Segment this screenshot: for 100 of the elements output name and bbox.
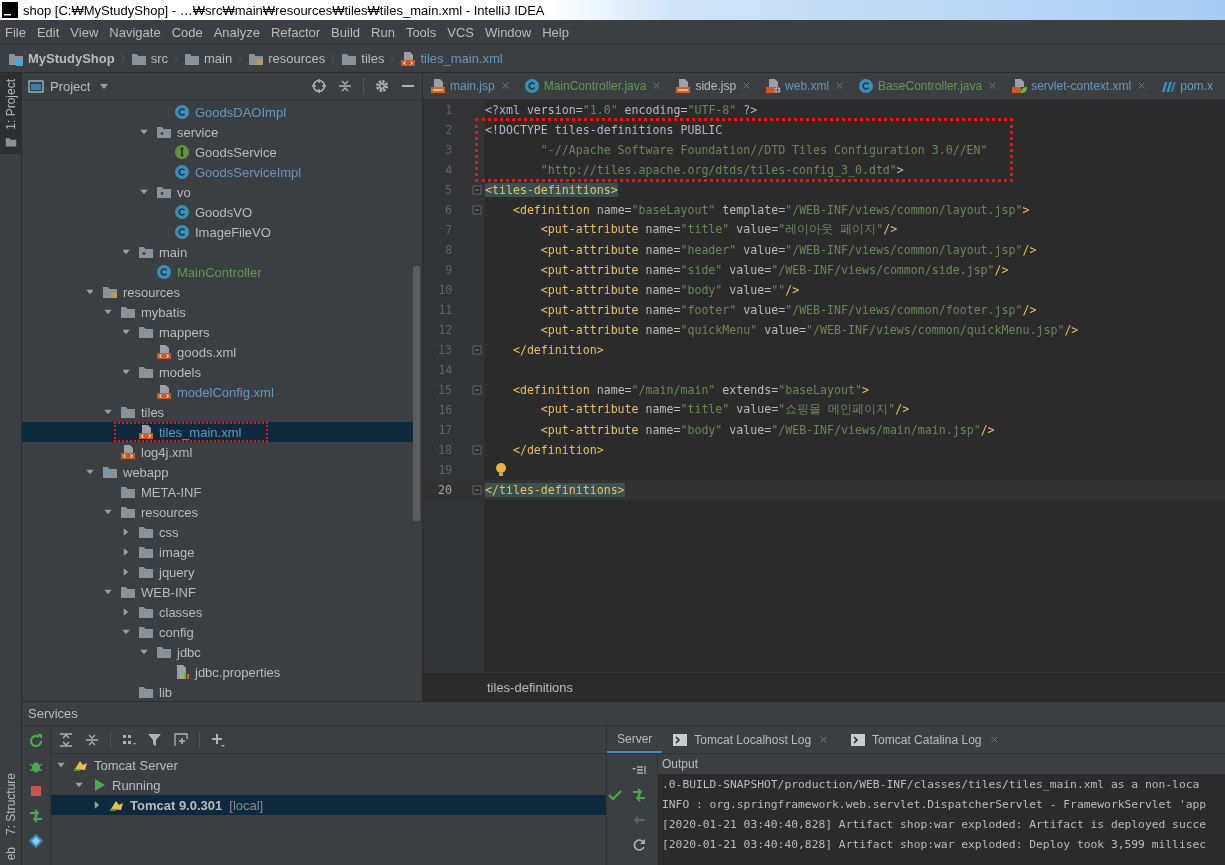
menu-item[interactable]: Refactor [270,24,321,40]
tree-item[interactable]: Running [91,776,163,794]
view-selector[interactable]: Project [28,78,113,94]
deploy-icon[interactable] [28,808,44,824]
tree-item[interactable]: main [138,245,190,259]
editor-tab[interactable]: main.jsp [423,73,517,99]
tool-window-tab[interactable]: 7: Structure [0,766,21,841]
class-icon [156,264,172,280]
tree-item[interactable]: service [156,125,221,139]
filter-icon[interactable] [147,731,163,748]
refresh-icon[interactable] [631,837,647,853]
editor-tab[interactable]: MainController.java [516,73,669,99]
folder-icon [138,524,154,540]
tree-item[interactable]: MainController [156,265,264,279]
tree-item[interactable]: webapp [102,465,171,479]
tree-item[interactable]: tiles_main.xml [138,425,244,439]
menu-item[interactable]: Analyze [213,24,260,40]
tree-item[interactable]: resources [120,505,201,519]
panel-tab[interactable]: Tomcat Localhost Log [662,726,841,753]
editor-tab[interactable]: side.jsp [668,73,759,99]
jsp-file-icon [430,77,446,94]
collapse-all-icon[interactable] [337,78,353,94]
tree-item[interactable]: models [138,365,203,379]
breadcrumb-item[interactable]: src [130,50,168,67]
breadcrumb-item[interactable]: tiles-definitions [487,679,573,695]
menu-item[interactable]: Tools [405,24,437,40]
tree-item[interactable]: Tomcat 9.0.301 [109,796,225,814]
rerun-icon[interactable] [28,733,44,749]
scrollbar-thumb[interactable] [413,266,420,521]
breadcrumb-item[interactable]: tiles_main.xml [400,50,503,67]
tree-item[interactable]: GoodsService [174,145,279,159]
xml-file-icon [156,344,172,360]
diamond-icon[interactable] [28,833,44,849]
editor-tab[interactable]: BaseController.java [851,73,1005,99]
editor-tab[interactable]: web.xml [758,73,852,99]
locate-icon[interactable] [311,78,327,94]
add-frame-icon[interactable] [173,731,189,748]
code-line: </definition> [511,342,604,357]
expand-all-icon[interactable] [58,731,74,748]
tree-item[interactable]: GoodsVO [174,205,255,219]
properties-file-icon [174,664,190,680]
add-icon[interactable] [210,731,226,748]
menu-item[interactable]: File [5,24,26,40]
panel-tab[interactable]: Tomcat Catalina Log [840,726,1011,753]
code-line: <definition name="/main/main" extends="baseLayout"> [511,382,869,397]
class-icon [174,104,190,120]
editor-tab[interactable]: pom.x [1153,73,1218,99]
panel-icon [28,78,44,94]
app-logo-icon [2,2,18,18]
menu-item[interactable]: Code [171,24,203,40]
tree-item[interactable]: css [138,525,181,539]
folder-icon [156,644,172,660]
tree-item[interactable]: goods.xml [156,345,239,359]
menu-item[interactable]: View [70,24,99,40]
settings-icon[interactable] [374,78,390,94]
breadcrumb-item[interactable]: main [184,50,233,67]
menu-item[interactable]: VCS [447,24,474,40]
class-icon [858,77,875,94]
breadcrumb-item[interactable]: resources [248,50,326,67]
stop-icon[interactable] [28,783,44,799]
tree-item[interactable]: META-INF [120,485,204,499]
folder-icon [4,135,17,148]
deploy-icon[interactable] [631,787,647,803]
tree-item[interactable]: Tomcat Server [73,756,180,774]
tree-item[interactable]: GoodsServiceImpl [174,165,304,179]
tree-item[interactable]: jdbc [156,645,203,659]
tree-item[interactable]: jdbc.properties [174,665,283,679]
console-icon [850,731,867,748]
tree-item[interactable]: config [138,625,196,639]
tree-item[interactable]: modelConfig.xml [156,385,276,399]
menu-item[interactable]: Build [331,24,360,40]
tree-item[interactable]: mappers [138,325,212,339]
tree-item[interactable]: ImageFileVO [174,225,273,239]
menu-item[interactable]: Navigate [109,24,161,40]
tree-item[interactable]: vo [156,185,193,199]
tree-item[interactable]: classes [138,605,205,619]
code-line: <put-attribute name="side" value="/WEB-INF/views/common/side.jsp"/> [539,262,1009,277]
tool-window-tab[interactable]: eb [0,840,21,865]
menu-item[interactable]: Edit [36,24,60,40]
tool-window-tab[interactable]: 1: Project [0,73,21,154]
editor-tab[interactable]: servlet-context.xml [1004,73,1154,99]
tree-item[interactable]: WEB-INF [120,585,198,599]
breadcrumb-item[interactable]: MyStudyShop [8,50,115,67]
tree-item[interactable]: tiles [120,405,167,419]
console-icon [672,731,689,748]
tree-item[interactable]: resources [102,285,183,299]
menu-item[interactable]: Window [484,24,532,40]
menu-item[interactable]: Help [542,24,569,40]
code-editor[interactable] [423,99,1225,673]
tree-item[interactable]: mybatis [120,305,188,319]
breadcrumb-item[interactable]: tiles [341,50,385,67]
folder-icon [120,304,136,320]
tree-item[interactable]: GoodsDAOImpl [174,105,289,119]
lightbulb-icon[interactable] [493,461,509,478]
tree-item[interactable]: image [138,545,197,559]
log-line: INFO : org.springframework.web.servlet.DispatcherServlet - FrameworkServlet 'app [662,796,1208,813]
tree-item[interactable]: lib [138,685,174,699]
tree-item[interactable]: log4j.xml [120,445,195,459]
tree-item[interactable]: jquery [138,565,197,579]
menu-item[interactable]: Run [371,24,395,40]
